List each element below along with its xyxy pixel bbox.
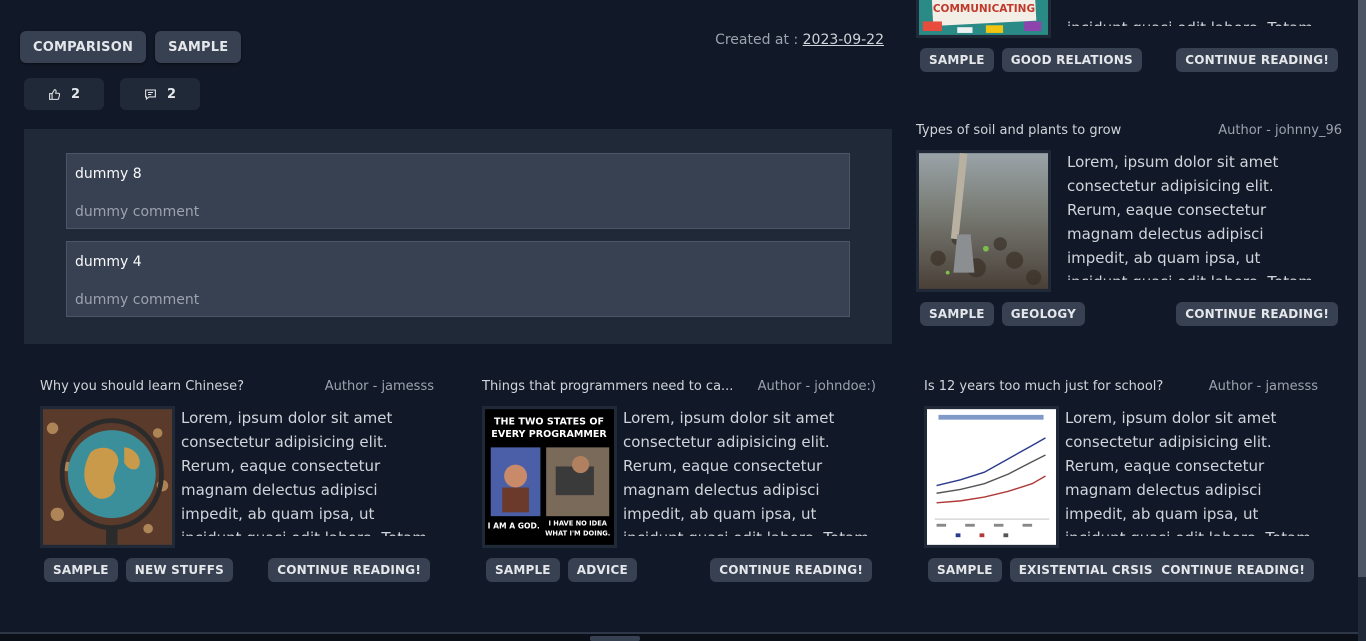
- comment-item: dummy 4 dummy comment: [66, 241, 850, 317]
- tag-sample[interactable]: SAMPLE: [920, 302, 994, 326]
- post-tags: SAMPLE GOOD RELATIONS: [920, 48, 1142, 72]
- tag-sample[interactable]: SAMPLE: [920, 48, 994, 72]
- post-author: Author - johnny_96: [1218, 123, 1342, 138]
- comments-section: dummy 8 dummy comment dummy 4 dummy comm…: [24, 129, 892, 344]
- line-chart-image[interactable]: [924, 406, 1059, 548]
- post-excerpt: Lorem, ipsum dolor sit amet consectetur …: [181, 409, 427, 536]
- like-button[interactable]: 2: [24, 78, 104, 110]
- post-excerpt: Lorem, ipsum dolor sit amet consectetur …: [623, 409, 869, 536]
- scrollbar-thumb[interactable]: [1358, 0, 1366, 577]
- post-title[interactable]: Why you should learn Chinese?: [40, 379, 244, 394]
- post-excerpt: Lorem, ipsum dolor sit amet consectetur …: [1065, 409, 1311, 536]
- comment-text: dummy comment: [75, 292, 200, 308]
- line-chart-art: [927, 409, 1056, 545]
- meme-right-text-1: I HAVE NO IDEA: [548, 520, 607, 528]
- meme-top-text-2: EVERY PROGRAMMER: [491, 429, 607, 440]
- continue-reading-button[interactable]: CONTINUE READING!: [268, 558, 430, 582]
- comment-icon: [145, 89, 156, 100]
- post-author: Author - jamesss: [324, 379, 434, 394]
- post-title[interactable]: Types of soil and plants to grow: [916, 123, 1121, 138]
- horizontal-scrollbar-thumb[interactable]: [590, 636, 640, 641]
- post-excerpt: Lorem, ipsum dolor sit amet consectetur …: [1067, 153, 1313, 280]
- vertical-scrollbar[interactable]: [1358, 0, 1366, 641]
- post-author: Author - jamesss: [1208, 379, 1318, 394]
- continue-reading-button[interactable]: CONTINUE READING!: [710, 558, 872, 582]
- post-author: Author - johndoe:): [757, 379, 876, 394]
- tag-sample[interactable]: SAMPLE: [44, 558, 118, 582]
- tag-comparison[interactable]: COMPARISON: [20, 31, 147, 63]
- communicating-art: COMMUNICATING: [919, 0, 1048, 35]
- post-tags: SAMPLE EXISTENTIAL CRSIS: [928, 558, 1162, 582]
- excerpt-text: incidunt quasi odit labore. Totam nesciu…: [1067, 16, 1317, 26]
- tag-sample[interactable]: SAMPLE: [155, 31, 242, 63]
- post-tags: SAMPLE ADVICE: [486, 558, 637, 582]
- meme-right-text-2: WHAT I'M DOING.: [545, 529, 610, 537]
- tag-good-relations[interactable]: GOOD RELATIONS: [1001, 48, 1142, 72]
- horizontal-scrollbar[interactable]: [0, 632, 1358, 641]
- tag-existential-crsis[interactable]: EXISTENTIAL CRSIS: [1009, 558, 1162, 582]
- continue-reading-button[interactable]: CONTINUE READING!: [1152, 558, 1314, 582]
- comment-count: 2: [166, 86, 177, 102]
- thumbs-up-icon: [49, 88, 61, 100]
- tag-new-stuffs[interactable]: NEW STUFFS: [125, 558, 233, 582]
- comment-author: dummy 4: [75, 254, 142, 270]
- created-label: Created at :: [715, 32, 799, 48]
- globe-image[interactable]: [40, 406, 175, 548]
- programmer-meme-image[interactable]: THE TWO STATES OF EVERY PROGRAMMER I AM …: [482, 406, 617, 548]
- comment-item: dummy 8 dummy comment: [66, 153, 850, 229]
- communicating-image[interactable]: COMMUNICATING: [916, 0, 1051, 38]
- tag-sample[interactable]: SAMPLE: [486, 558, 560, 582]
- image-caption: COMMUNICATING: [933, 3, 1035, 15]
- soil-shovel-image[interactable]: [916, 150, 1051, 292]
- tag-geology[interactable]: GEOLOGY: [1001, 302, 1086, 326]
- post-stats: 2 2: [24, 78, 200, 110]
- post-tags: SAMPLE NEW STUFFS: [44, 558, 233, 582]
- post-title[interactable]: Is 12 years too much just for school?: [924, 379, 1163, 394]
- tag-advice[interactable]: ADVICE: [567, 558, 637, 582]
- meme-left-text: I AM A GOD.: [488, 522, 540, 531]
- tag-sample[interactable]: SAMPLE: [928, 558, 1002, 582]
- globe-art: [43, 409, 172, 545]
- post-title[interactable]: Things that programmers need to ca...: [482, 379, 733, 394]
- sidebar-post-card: COMMUNICATING incidunt quasi odit labore…: [916, 0, 1342, 89]
- comment-author: dummy 8: [75, 166, 142, 182]
- post-excerpt: incidunt quasi odit labore. Totam nesciu…: [1067, 0, 1317, 26]
- like-count: 2: [70, 86, 81, 102]
- comment-text: dummy comment: [75, 204, 200, 220]
- meme-art: THE TWO STATES OF EVERY PROGRAMMER I AM …: [485, 409, 614, 545]
- continue-reading-button[interactable]: CONTINUE READING!: [1176, 302, 1338, 326]
- created-at: Created at : 2023-09-22: [715, 31, 884, 49]
- post-tags: SAMPLE GEOLOGY: [920, 302, 1086, 326]
- meme-top-text: THE TWO STATES OF: [494, 416, 604, 427]
- comment-button[interactable]: 2: [120, 78, 200, 110]
- post-header: COMPARISON SAMPLE Created at : 2023-09-2…: [20, 31, 892, 63]
- continue-reading-button[interactable]: CONTINUE READING!: [1176, 48, 1338, 72]
- soil-art: [919, 153, 1048, 289]
- created-date[interactable]: 2023-09-22: [803, 32, 884, 48]
